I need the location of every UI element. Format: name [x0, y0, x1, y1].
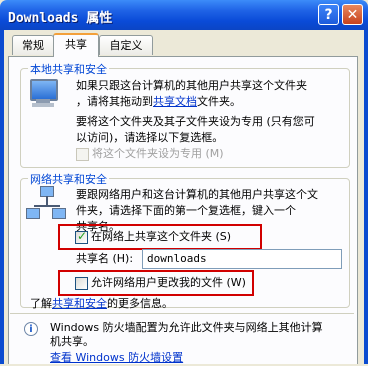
- local-info-line2: ，请将其拖动到共享文档文件夹。: [76, 94, 241, 110]
- share-name-input[interactable]: downloads: [142, 249, 342, 269]
- tab-sharing[interactable]: 共享: [53, 33, 99, 57]
- network-icon-line: [34, 205, 60, 207]
- network-icon-node-right: [52, 208, 66, 219]
- network-info-line1: 要跟网络用户和这台计算机的其他用户共享这个文: [76, 188, 318, 201]
- computer-icon-base: [32, 103, 54, 107]
- computer-icon: [30, 79, 58, 101]
- share-name-label: 共享名 (H):: [76, 252, 134, 265]
- firewall-info-line2: 机共享。: [50, 335, 94, 348]
- close-button[interactable]: ✕: [342, 4, 363, 25]
- network-sharing-title: 网络共享和安全: [28, 171, 109, 187]
- info-icon: i: [24, 322, 38, 336]
- local-info-line3: 要将这个文件夹及其子文件夹设为专用 (只有您可: [76, 115, 315, 128]
- divider: [10, 313, 354, 314]
- allow-change-checkbox[interactable]: [75, 277, 88, 290]
- help-button[interactable]: ?: [318, 4, 339, 25]
- shared-documents-link[interactable]: 共享文档: [153, 95, 197, 108]
- window-frame-right: [364, 30, 368, 364]
- checkmark-icon: ✓: [77, 229, 88, 243]
- allow-change-label: 允许网络用户更改我的文件 (W): [91, 276, 246, 289]
- sharing-security-link[interactable]: 共享和安全: [52, 297, 107, 310]
- tab-general[interactable]: 常规: [12, 35, 54, 55]
- window-title: Downloads 属性: [8, 11, 113, 26]
- learn-more-pre: 了解: [30, 297, 52, 310]
- learn-more-text: 了解共享和安全的更多信息。: [30, 296, 173, 312]
- tab-customize[interactable]: 自定义: [99, 35, 153, 55]
- local-info-line2-pre: ，请将其拖动到: [76, 95, 153, 108]
- local-info-line4: 以访问)，请选择以下复选框。: [76, 131, 224, 144]
- learn-more-post: 的更多信息。: [107, 297, 173, 310]
- local-info-line2-post: 文件夹。: [197, 95, 241, 108]
- make-private-checkbox[interactable]: [76, 148, 89, 161]
- window-frame-left: [0, 30, 4, 364]
- local-info-line1: 如果只跟这台计算机的其他用户共享这个文件夹: [76, 79, 307, 92]
- share-on-network-checkbox[interactable]: ✓: [75, 229, 88, 244]
- title-bar[interactable]: Downloads 属性 ? ✕: [0, 0, 368, 30]
- local-sharing-title: 本地共享和安全: [28, 61, 109, 77]
- network-info-line2: 件夹，请选择下面的第一个复选框，键入一个: [76, 204, 296, 217]
- network-icon-node-left: [26, 208, 40, 219]
- share-on-network-label: 在网络上共享这个文件夹 (S): [91, 230, 232, 243]
- make-private-label: 将这个文件夹设为专用 (M): [92, 147, 224, 160]
